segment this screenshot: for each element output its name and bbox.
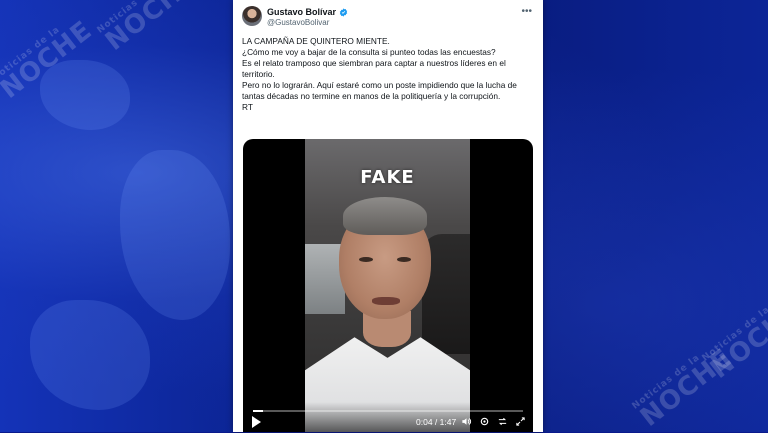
video-duration: 1:47 — [439, 417, 457, 427]
settings-icon[interactable] — [479, 416, 490, 427]
more-dots-icon[interactable]: ••• — [521, 6, 532, 17]
video-frame: FAKE — [305, 139, 470, 432]
tweet-line: LA CAMPAÑA DE QUINTERO MIENTE. — [242, 36, 390, 46]
fullscreen-icon[interactable] — [515, 416, 526, 427]
video-player[interactable]: FAKE 0:04 / 1:47 — [243, 139, 533, 432]
volume-icon[interactable] — [461, 416, 472, 427]
video-progress-bar[interactable] — [253, 410, 523, 412]
tweet-card: Gustavo Bolívar @GustavoBolivar ••• LA C… — [233, 0, 543, 432]
tweet-line: Es el relato tramposo que siembran para … — [242, 58, 506, 79]
loop-icon[interactable] — [497, 416, 508, 427]
video-time: 0:04 / 1:47 — [416, 417, 456, 427]
verified-badge-icon — [339, 7, 348, 17]
video-overlay-text: FAKE — [360, 167, 415, 188]
person-eye-left — [359, 257, 373, 262]
person-hair — [343, 197, 427, 235]
tweet-text: LA CAMPAÑA DE QUINTERO MIENTE. ¿Cómo me … — [242, 36, 534, 113]
tweet-line: Pero no lo lograrán. Aquí estaré como un… — [242, 80, 517, 101]
person-mouth — [372, 297, 400, 305]
tweet-line: RT — [242, 102, 253, 112]
video-controls: 0:04 / 1:47 — [243, 402, 533, 432]
video-time-separator: / — [432, 417, 440, 427]
author-name-row: Gustavo Bolívar — [267, 7, 348, 17]
tweet-header: Gustavo Bolívar @GustavoBolivar ••• — [242, 6, 534, 28]
tweet-line: ¿Cómo me voy a bajar de la consulta si p… — [242, 47, 496, 57]
author-handle[interactable]: @GustavoBolivar — [267, 18, 329, 27]
person-eye-right — [397, 257, 411, 262]
author-name[interactable]: Gustavo Bolívar — [267, 7, 336, 17]
video-progress-fill — [253, 410, 263, 412]
play-icon[interactable] — [251, 416, 261, 428]
avatar[interactable] — [242, 6, 262, 26]
video-current-time: 0:04 — [416, 417, 433, 427]
